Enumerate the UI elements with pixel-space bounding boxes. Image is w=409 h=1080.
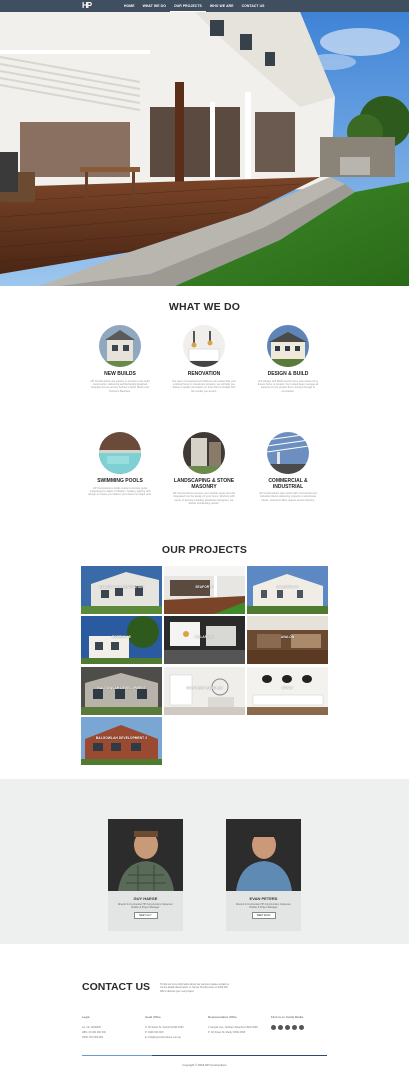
team-member-card: EVAN PETERS Director & Co-Founder HP Con…	[226, 819, 301, 931]
top-nav: HP HOME WHAT WE DO OUR PROJECTS WHO WE A…	[0, 0, 409, 12]
project-tile[interactable]: BALGOWLAH RENOVATION	[81, 566, 162, 614]
meet-evan-button[interactable]: MEET EVAN	[251, 912, 276, 920]
service-desc: Our Design and Build service turns your …	[257, 379, 319, 393]
social-icons	[271, 1025, 331, 1030]
guy-haege-photo	[108, 819, 183, 891]
service-desc: Our team of experienced craftsmen can as…	[172, 379, 237, 393]
project-tile[interactable]: NORTHERN BEACHES	[164, 667, 245, 715]
hp-logo[interactable]: HP	[82, 1, 96, 11]
menu-home[interactable]: HOME	[120, 0, 139, 12]
contact-intro: To find out more information about our s…	[160, 983, 230, 993]
team-member-card: GUY HAEGE Director & Co-Founder HP Const…	[108, 819, 183, 931]
project-label: SEAFORTH	[195, 585, 214, 589]
project-tile[interactable]: AVALON	[247, 616, 328, 664]
project-label: BALGOWLAH	[276, 585, 299, 589]
landscaping-image	[183, 432, 225, 474]
service-desc: HP Constructions ensures your outdoor ar…	[172, 492, 236, 506]
service-title: NEW BUILDS	[104, 371, 136, 377]
renovation-image	[183, 325, 225, 367]
project-label: MANLY	[281, 686, 294, 690]
col-heading: Head Office	[145, 1015, 161, 1019]
facebook-icon[interactable]	[271, 1025, 276, 1030]
contact-col-head-office: Head Office A: 00 Street St, Suburb NSW …	[145, 1015, 205, 1040]
service-commercial[interactable]: COMMERCIAL & INDUSTRIAL HP Constructions…	[256, 432, 320, 502]
service-title: COMMERCIAL & INDUSTRIAL	[268, 478, 308, 490]
member-name: GUY HAEGE	[133, 896, 158, 901]
project-tile[interactable]: BALGOWLAH DEVELOPMENT 2	[81, 717, 162, 765]
project-label: BALGOWLAH DEVELOPMENT 2	[95, 736, 148, 740]
service-title: LANDSCAPING & STONE MASONRY	[173, 478, 235, 490]
member-role: Director & Co-Founder HP Constructions C…	[235, 903, 292, 910]
footer-divider-accent	[82, 1055, 152, 1056]
project-tile[interactable]: KILLARNEY	[164, 616, 245, 664]
linkedin-icon[interactable]	[299, 1025, 304, 1030]
project-label: BALGOWLAH RENOVATION	[99, 585, 144, 589]
project-label: BALGOWLAH DEVELOPMENT	[97, 686, 146, 690]
what-we-do-title: WHAT WE DO	[168, 301, 241, 313]
service-title: DESIGN & BUILD	[267, 371, 309, 377]
member-role: Director & Co-Founder HP Constructions C…	[117, 903, 174, 910]
contact-col-legal: Legal Lic. No. 000000C ABN: 00 000 000 0…	[82, 1015, 142, 1040]
col-line: P: 00 Street St, Manly NSW 2095	[208, 1031, 246, 1034]
footer-divider	[82, 1055, 327, 1056]
project-label: KILLARNEY	[194, 635, 215, 639]
meet-guy-button[interactable]: MEET GUY	[133, 912, 158, 920]
contact-col-rep-office: Representative Office 1 Sample Ave, Nort…	[208, 1015, 268, 1035]
project-tile[interactable]: SEAFORTH	[164, 566, 245, 614]
col-heading: Representative Office	[208, 1015, 237, 1019]
project-label: NORTHERN BEACHES	[186, 686, 223, 690]
project-tile[interactable]: MANLY	[247, 667, 328, 715]
service-renovation[interactable]: RENOVATION Our team of experienced craft…	[172, 325, 236, 393]
copyright: Copyright © 2018 HP Constructions	[182, 1063, 227, 1067]
col-line: NSW: 000 000 000	[82, 1036, 104, 1039]
menu-our-projects[interactable]: OUR PROJECTS	[169, 0, 206, 12]
col-line[interactable]: E: info@hpconstructions.com.au	[145, 1035, 205, 1040]
service-swimming-pools[interactable]: SWIMMING POOLS HP Constructions builds c…	[88, 432, 152, 497]
project-label: ROSEVILLE	[112, 635, 131, 639]
youtube-icon[interactable]	[292, 1025, 297, 1030]
project-label: AVALON	[280, 635, 295, 639]
design-build-image	[267, 325, 309, 367]
member-name: EVAN PETERS	[249, 896, 278, 901]
commercial-image	[267, 432, 309, 474]
service-desc: HP Constructions are experts in premium …	[90, 379, 150, 393]
service-desc: HP Constructions also works with commerc…	[259, 492, 317, 502]
service-design-build[interactable]: DESIGN & BUILD Our Design and Build serv…	[256, 325, 320, 393]
col-heading: Find us on Social Media	[271, 1015, 304, 1019]
team-section: GUY HAEGE Director & Co-Founder HP Const…	[0, 779, 409, 944]
menu-what-we-do[interactable]: WHAT WE DO	[139, 0, 170, 12]
service-new-builds[interactable]: NEW BUILDS HP Constructions are experts …	[88, 325, 152, 393]
contact-title: CONTACT US	[82, 981, 151, 993]
project-tile[interactable]: BALGOWLAH	[247, 566, 328, 614]
menu-who-we-are[interactable]: WHO WE ARE	[206, 0, 238, 12]
main-menu: HOME WHAT WE DO OUR PROJECTS WHO WE ARE …	[120, 0, 269, 12]
hero-image	[0, 12, 409, 286]
menu-contact-us[interactable]: CONTACT US	[238, 0, 269, 12]
service-desc: HP Constructions builds custom concrete …	[88, 486, 152, 497]
swimming-pools-image	[99, 432, 141, 474]
twitter-icon[interactable]	[278, 1025, 283, 1030]
our-projects-title: OUR PROJECTS	[161, 544, 248, 556]
project-tile[interactable]: BALGOWLAH DEVELOPMENT	[81, 667, 162, 715]
service-title: SWIMMING POOLS	[97, 478, 143, 484]
service-landscaping[interactable]: LANDSCAPING & STONE MASONRY HP Construct…	[172, 432, 236, 506]
project-tile[interactable]: ROSEVILLE	[81, 616, 162, 664]
new-builds-image	[99, 325, 141, 367]
contact-col-social: Find us on Social Media	[271, 1015, 331, 1030]
col-heading: Legal	[82, 1015, 90, 1019]
instagram-icon[interactable]	[285, 1025, 290, 1030]
evan-peters-photo	[226, 819, 301, 891]
service-title: RENOVATION	[187, 371, 221, 377]
